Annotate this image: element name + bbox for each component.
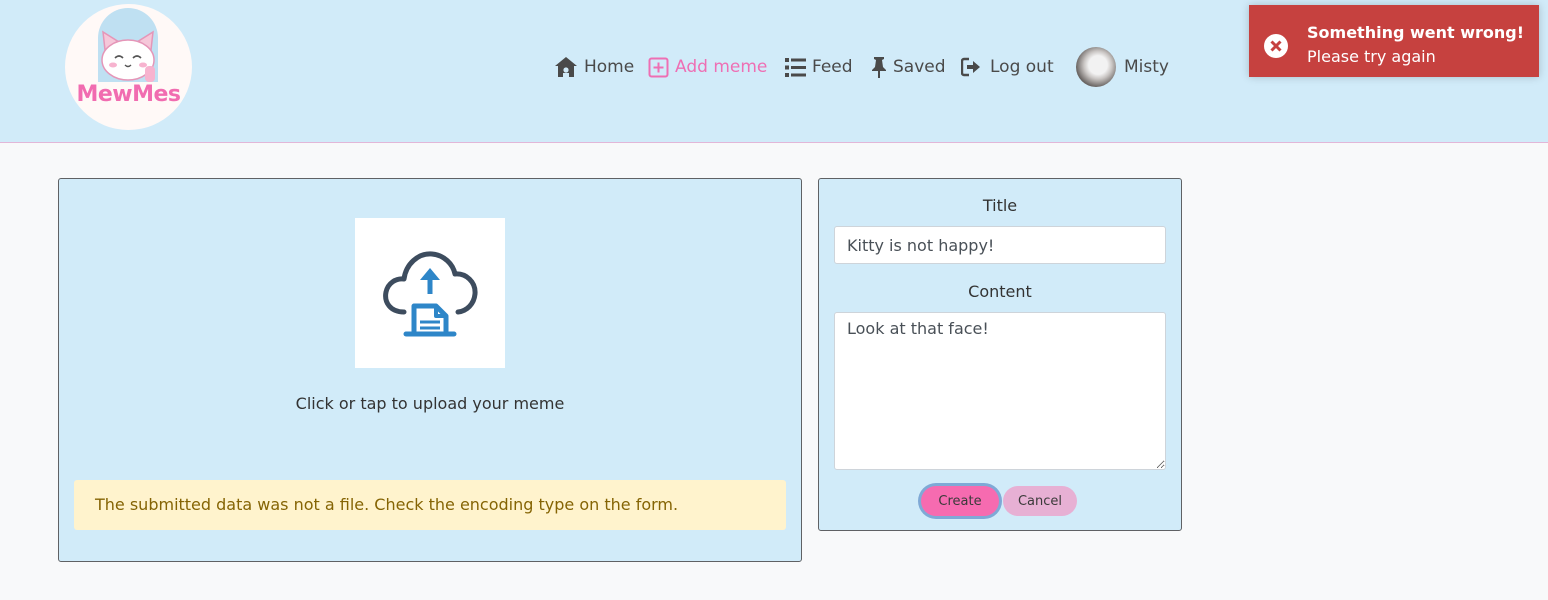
sign-out-icon [961, 57, 980, 77]
nav-add-meme-label: Add meme [675, 57, 768, 77]
nav-home-label: Home [584, 57, 635, 77]
home-icon [555, 57, 577, 77]
upload-image-button[interactable] [355, 218, 505, 368]
nav-logout[interactable]: Log out [961, 47, 1054, 87]
nav-profile[interactable]: Misty [1076, 47, 1169, 87]
title-label: Title [982, 196, 1018, 215]
title-input[interactable] [834, 226, 1166, 264]
avatar [1076, 47, 1116, 87]
nav-logout-label: Log out [990, 57, 1054, 77]
nav-home[interactable]: Home [554, 47, 634, 87]
content-label: Content [968, 282, 1032, 301]
times-circle-icon [1264, 34, 1288, 58]
nav-feed-label: Feed [812, 57, 853, 77]
create-button[interactable]: Create [921, 486, 999, 516]
upload-prompt: Click or tap to upload your meme [295, 394, 565, 413]
brand-name: MewMes [76, 82, 181, 107]
toast-message: Please try again [1307, 47, 1436, 66]
toast-title: Something went wrong! [1307, 23, 1525, 42]
nav-saved-label: Saved [893, 57, 946, 77]
cancel-button[interactable]: Cancel [1003, 486, 1077, 516]
nav-add-meme[interactable]: Add meme [648, 47, 767, 87]
meme-form-card: Title Content Look at that face! Create … [818, 178, 1182, 531]
plus-square-icon [648, 57, 669, 77]
upload-error-alert: The submitted data was not a file. Check… [74, 480, 786, 530]
thumbtack-icon [872, 57, 886, 78]
content-textarea[interactable]: Look at that face! [834, 312, 1166, 470]
nav-saved[interactable]: Saved [871, 47, 946, 87]
nav-feed[interactable]: Feed [785, 47, 853, 87]
list-icon [785, 57, 806, 77]
brand-logo[interactable]: MewMes [65, 4, 192, 130]
nav-profile-label: Misty [1124, 57, 1169, 77]
cloud-upload-file-icon [383, 251, 478, 337]
upload-card: Click or tap to upload your meme The sub… [58, 178, 802, 562]
cat-logo-icon [101, 30, 155, 82]
error-toast[interactable]: Something went wrong! Please try again [1249, 5, 1539, 77]
